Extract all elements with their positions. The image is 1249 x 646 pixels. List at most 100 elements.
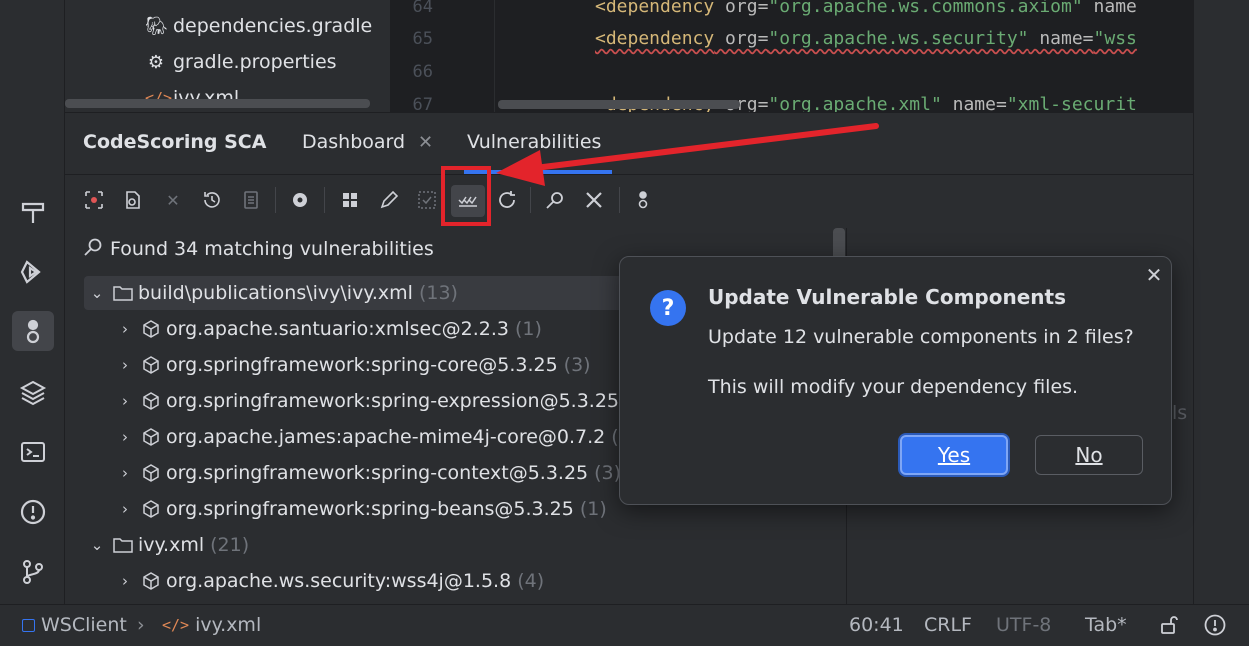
run-icon[interactable] xyxy=(12,252,54,292)
package-icon xyxy=(140,499,162,519)
chevron-down-icon[interactable]: ⌄ xyxy=(86,536,108,554)
highlight-box xyxy=(441,166,491,226)
node-label: ivy.xml xyxy=(138,534,205,556)
notifications-icon[interactable] xyxy=(1203,612,1227,638)
tree-node-package[interactable]: › org.springframework:spring-expression@… xyxy=(114,386,625,416)
found-text: Found 34 matching vulnerabilities xyxy=(110,238,434,260)
node-count: (1) xyxy=(579,498,607,520)
module-icon xyxy=(22,618,35,632)
file-encoding[interactable]: UTF-8 xyxy=(996,612,1051,638)
line-separator[interactable]: CRLF xyxy=(924,612,972,638)
editor-gutter-divider xyxy=(494,0,495,112)
build-hammer-icon[interactable] xyxy=(12,192,54,232)
xml-attr: org= xyxy=(714,0,769,17)
node-label: org.springframework:spring-expression@5.… xyxy=(166,390,620,412)
xml-value: "org.apache.xml" xyxy=(768,94,942,112)
tree-node-package[interactable]: › org.springframework:spring-core@5.3.25… xyxy=(114,350,591,380)
codescoring-logo-icon[interactable] xyxy=(629,186,657,214)
file-name: dependencies.gradle xyxy=(173,15,373,37)
tab-vulnerabilities[interactable]: Vulnerabilities xyxy=(467,120,601,164)
history-icon[interactable] xyxy=(198,186,226,214)
tree-node-package[interactable]: › org.springframework:spring-context@5.3… xyxy=(114,458,621,488)
terminal-icon[interactable] xyxy=(12,432,54,472)
indent-setting[interactable]: Tab* xyxy=(1085,612,1127,638)
package-icon xyxy=(140,391,162,411)
dialog-warning: This will modify your dependency files. xyxy=(708,376,1079,398)
dialog-title: Update Vulnerable Components xyxy=(708,285,1066,309)
tree-node-folder[interactable]: ⌄ build\publications\ivy\ivy.xml (13) xyxy=(86,278,458,308)
chevron-down-icon[interactable]: ⌄ xyxy=(86,284,108,302)
chevron-right-icon[interactable]: › xyxy=(114,464,136,482)
scan-file-icon[interactable] xyxy=(119,186,147,214)
package-icon xyxy=(140,427,162,447)
project-file-gradle-properties[interactable]: ⚙ gradle.properties xyxy=(145,47,337,77)
chevron-right-icon[interactable]: › xyxy=(114,572,136,590)
xml-attr: name xyxy=(1082,0,1137,17)
chevron-right-icon[interactable]: › xyxy=(114,428,136,446)
toolbar-divider xyxy=(530,187,531,213)
chevron-right-icon[interactable]: › xyxy=(114,392,136,410)
line-number: 66 xyxy=(412,62,433,82)
xml-attr: name= xyxy=(941,94,1007,112)
tree-node-package[interactable]: › org.apache.james:apache-mime4j-core@0.… xyxy=(114,422,631,452)
layers-icon[interactable] xyxy=(12,372,54,412)
package-icon xyxy=(140,571,162,591)
package-icon xyxy=(140,355,162,375)
folder-icon xyxy=(112,536,134,554)
details-panel-text: ls xyxy=(1172,402,1188,424)
node-label: org.springframework:spring-beans@5.3.25 xyxy=(166,498,574,520)
tab-dashboard-close-icon[interactable]: ✕ xyxy=(418,120,433,164)
toolbar-divider xyxy=(275,187,276,213)
line-number: 64 xyxy=(412,0,433,17)
project-tree-panel: 🐘︎ dependencies.gradle ⚙ gradle.properti… xyxy=(65,0,390,112)
node-label: org.apache.ws.security:wss4j@1.5.8 xyxy=(166,570,512,592)
project-tree-scrollbar[interactable] xyxy=(65,99,370,108)
breadcrumb-file[interactable]: </> ivy.xml xyxy=(162,612,261,638)
node-count: (13) xyxy=(418,282,458,304)
tool-window-title: CodeScoring SCA xyxy=(83,131,267,153)
code-editor[interactable]: 64 65 66 67 <dependency org="org.apache.… xyxy=(391,0,1193,112)
left-tool-strip xyxy=(0,0,65,604)
node-label: org.springframework:spring-context@5.3.2… xyxy=(166,462,589,484)
clear-close-icon[interactable] xyxy=(580,186,608,214)
codescoring-plugin-icon[interactable] xyxy=(12,311,54,351)
chevron-right-icon[interactable]: › xyxy=(114,500,136,518)
cancel-icon[interactable]: ✕ xyxy=(159,186,187,214)
project-file-ivy-xml[interactable]: </> ivy.xml xyxy=(145,83,239,113)
group-by-icon[interactable] xyxy=(336,186,364,214)
no-button[interactable]: No xyxy=(1035,435,1143,475)
find-icon[interactable] xyxy=(541,186,569,214)
yes-button[interactable]: Yes xyxy=(900,435,1008,475)
settings-gear-icon[interactable] xyxy=(286,186,314,214)
breadcrumb-project[interactable]: WSClient xyxy=(22,612,127,638)
problems-icon[interactable] xyxy=(12,492,54,532)
select-all-icon[interactable] xyxy=(413,186,441,214)
chevron-right-icon[interactable]: › xyxy=(114,320,136,338)
tab-dashboard[interactable]: Dashboard xyxy=(302,120,405,164)
gradle-icon: 🐘︎ xyxy=(145,15,168,37)
editor-horizontal-scrollbar[interactable] xyxy=(498,100,740,109)
xml-value: "org.apache.ws.commons.axiom" xyxy=(768,0,1083,17)
node-count: (4) xyxy=(517,570,545,592)
refresh-icon[interactable] xyxy=(493,186,521,214)
file-name: gradle.properties xyxy=(173,51,337,73)
tree-node-package[interactable]: › org.apache.santuario:xmlsec@2.2.3 (1) xyxy=(114,314,542,344)
lock-icon[interactable] xyxy=(1158,612,1180,638)
project-file-dependencies-gradle[interactable]: 🐘︎ dependencies.gradle xyxy=(145,11,372,41)
line-number: 65 xyxy=(412,29,433,49)
scan-project-icon[interactable] xyxy=(80,186,108,214)
tree-node-folder[interactable]: ⌄ ivy.xml (21) xyxy=(86,530,249,560)
git-branch-icon[interactable] xyxy=(12,552,54,592)
tree-node-package[interactable]: › org.apache.ws.security:wss4j@1.5.8 (4) xyxy=(114,566,544,596)
breadcrumb-project-label: WSClient xyxy=(41,614,127,636)
chevron-right-icon[interactable]: › xyxy=(114,356,136,374)
tree-node-package[interactable]: › org.springframework:spring-beans@5.3.2… xyxy=(114,494,607,524)
dialog-close-icon[interactable]: ✕ xyxy=(1143,263,1165,287)
cursor-position[interactable]: 60:41 xyxy=(849,612,904,638)
question-icon: ? xyxy=(650,290,686,326)
edit-pencil-icon[interactable] xyxy=(375,186,403,214)
report-icon[interactable] xyxy=(237,186,265,214)
node-count: (3) xyxy=(563,354,591,376)
line-number: 67 xyxy=(412,95,433,112)
gear-icon: ⚙ xyxy=(147,51,165,73)
